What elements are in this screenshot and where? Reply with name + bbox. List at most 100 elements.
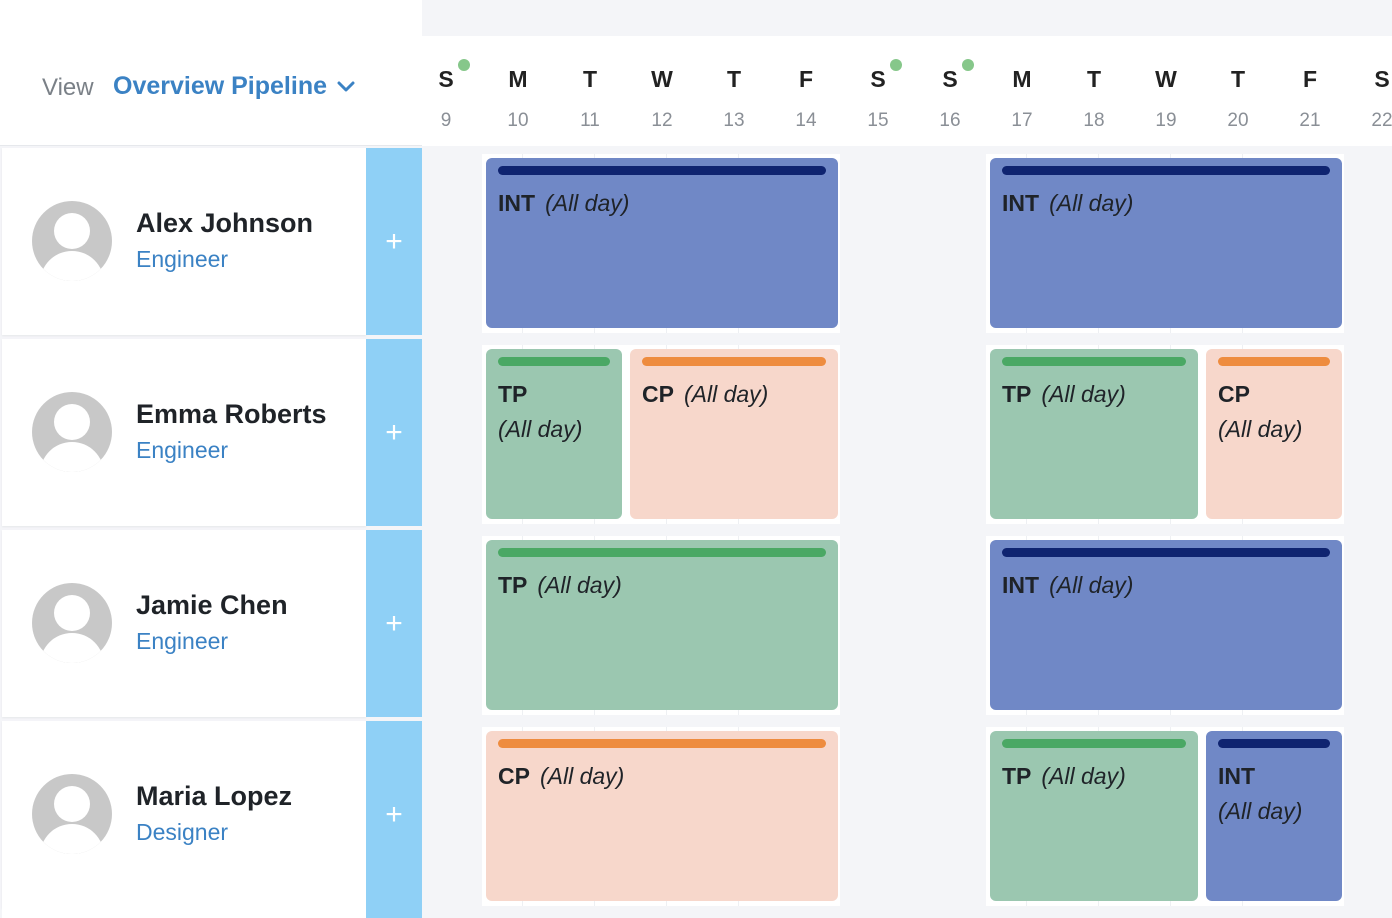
event-color-bar [1218,739,1330,748]
day-column-header[interactable]: S 22 [1346,36,1392,146]
day-number: 21 [1299,110,1321,131]
weekday-letter: W [1155,66,1177,92]
weekday-letter: S [942,66,958,92]
event-int[interactable]: INT (All day) [1206,731,1342,901]
day-column-header[interactable]: F 14 [770,36,842,146]
avatar [32,392,112,472]
event-all-day: (All day) [545,190,630,216]
day-number: 10 [507,110,529,131]
view-header: View Overview Pipeline [0,0,422,146]
event-cp[interactable]: CP (All day) [486,731,838,901]
day-column-header[interactable]: T 13 [698,36,770,146]
avatar [32,774,112,854]
event-code: INT [1002,572,1040,598]
event-all-day: (All day) [1041,763,1126,789]
event-color-bar [498,166,826,175]
event-color-bar [498,739,826,748]
add-event-button[interactable]: + [366,148,422,335]
event-text: INT (All day) [498,186,830,221]
event-all-day: (All day) [1218,798,1303,824]
view-selector[interactable]: Overview Pipeline [113,72,355,101]
event-color-bar [498,357,610,366]
chevron-down-icon [337,81,355,91]
day-column-header[interactable]: W 12 [626,36,698,146]
day-column-header[interactable]: S9 [410,36,482,146]
person-name: Alex Johnson [136,208,314,238]
event-all-day: (All day) [1041,381,1126,407]
view-label: View [42,74,94,101]
event-tp[interactable]: TP (All day) [486,540,838,710]
weekday-letter: F [1302,66,1318,92]
event-int[interactable]: INT (All day) [486,158,838,328]
event-color-bar [1218,357,1330,366]
event-text: CP (All day) [642,377,830,412]
weekday-letter: T [726,66,742,92]
day-column-header[interactable]: W 19 [1130,36,1202,146]
event-cp[interactable]: CP (All day) [1206,349,1342,519]
event-text: INT (All day) [1002,186,1334,221]
person-card[interactable]: Maria Lopez Designer [2,721,366,908]
day-indicator-dot [962,59,974,71]
day-number: 12 [651,110,673,131]
event-code: TP [1002,381,1032,407]
event-color-bar [1002,548,1330,557]
day-column-header[interactable]: S 15 [842,36,914,146]
person-role: Engineer [136,437,229,463]
weekday-letter: M [508,66,528,92]
day-column-header[interactable]: S 16 [914,36,986,146]
event-text: CP (All day) [498,759,830,794]
event-color-bar [642,357,826,366]
event-code: CP [642,381,674,407]
day-column-header[interactable]: T 11 [554,36,626,146]
event-color-bar [498,548,826,557]
avatar [32,583,112,663]
day-column-header[interactable]: T 18 [1058,36,1130,146]
day-number: 11 [580,110,600,131]
event-code: TP [1002,763,1032,789]
weekday-letter: F [798,66,814,92]
day-number: 17 [1011,110,1033,131]
event-color-bar [1002,166,1330,175]
next-row-add-partial[interactable] [366,908,422,918]
calendar-day-header: S 9 M 10 T 11 W 12 T 13 F 14 S 15 S 16 M 17 T 18 W 19 T 20 F 21 S 2… [422,36,1392,146]
day-number: 19 [1155,110,1177,131]
event-text: CP (All day) [1218,377,1334,447]
person-card[interactable]: Emma Roberts Engineer [2,339,366,526]
day-number: 14 [795,110,817,131]
event-all-day: (All day) [1218,416,1303,442]
add-event-button[interactable]: + [366,721,422,908]
event-tp[interactable]: TP (All day) [486,349,622,519]
day-column-header[interactable]: M 10 [482,36,554,146]
add-event-button[interactable]: + [366,530,422,717]
weekday-letter: M [1012,66,1032,92]
event-color-bar [1002,357,1186,366]
event-text: TP (All day) [1002,377,1190,412]
event-text: INT (All day) [1218,759,1334,829]
day-number: 13 [723,110,745,131]
day-number: 20 [1227,110,1249,131]
day-column-header[interactable]: M 17 [986,36,1058,146]
add-event-button[interactable]: + [366,339,422,526]
event-tp[interactable]: TP (All day) [990,731,1198,901]
event-all-day: (All day) [1049,190,1134,216]
day-number: 15 [867,110,889,131]
event-code: CP [498,763,530,789]
event-int[interactable]: INT (All day) [990,158,1342,328]
event-text: INT (All day) [1002,568,1334,603]
event-code: INT [1218,763,1256,789]
day-indicator-dot [890,59,902,71]
event-all-day: (All day) [1049,572,1134,598]
day-column-header[interactable]: T 20 [1202,36,1274,146]
next-row-partial [2,908,366,918]
event-code: INT [1002,190,1040,216]
day-number: 22 [1371,110,1392,131]
event-tp[interactable]: TP (All day) [990,349,1198,519]
day-column-header[interactable]: F 21 [1274,36,1346,146]
event-int[interactable]: INT (All day) [990,540,1342,710]
weekday-letter: T [582,66,598,92]
event-all-day: (All day) [539,763,625,789]
person-card[interactable]: Jamie Chen Engineer [2,530,366,717]
event-cp[interactable]: CP (All day) [630,349,838,519]
event-text: TP (All day) [1002,759,1190,794]
person-card[interactable]: Alex Johnson Engineer [2,148,366,335]
